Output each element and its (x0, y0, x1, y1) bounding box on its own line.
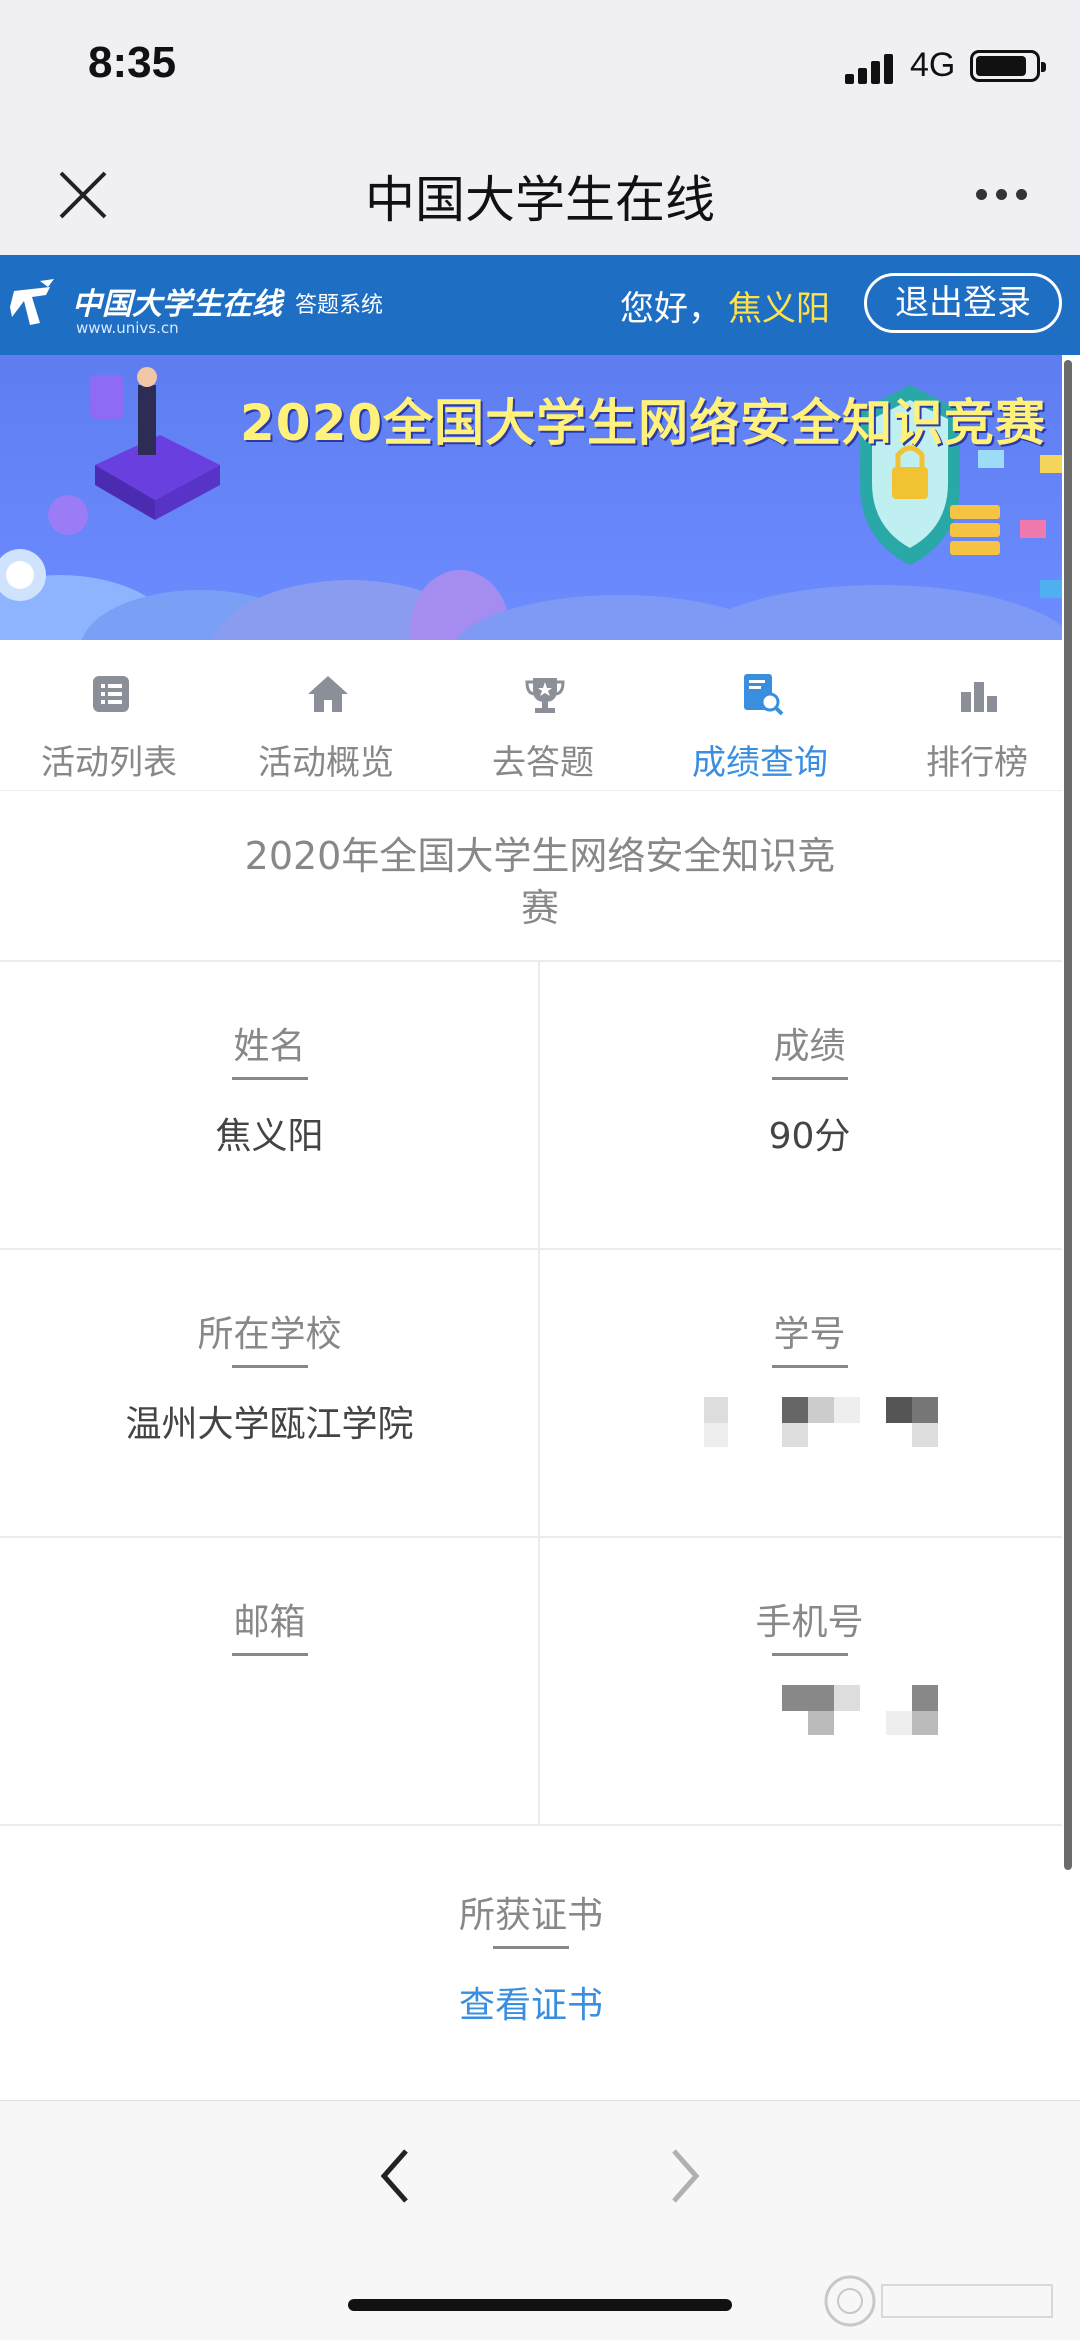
tab-label: 去答题 (492, 743, 594, 783)
tab-answer[interactable]: 去答题 (435, 640, 651, 790)
search-doc-icon (744, 674, 784, 716)
column-divider (538, 960, 540, 1824)
tab-label: 活动概览 (258, 743, 394, 783)
school-cell: 所在学校 温州大学瓯江学院 (0, 1248, 539, 1536)
tab-ranking[interactable]: 排行榜 (869, 640, 1080, 790)
school-label: 所在学校 (197, 1314, 342, 1355)
certificate-label: 所获证书 (458, 1895, 603, 1936)
username: 焦义阳 (728, 289, 830, 329)
ranking-icon (961, 682, 997, 712)
student-id-cell: 学号 (540, 1248, 1079, 1536)
label-underline (493, 1946, 569, 1949)
name-cell: 姓名 焦义阳 (0, 960, 539, 1248)
email-cell: 邮箱 (0, 1536, 539, 1824)
phone-cell: 手机号 (540, 1536, 1079, 1824)
label-underline (231, 1365, 308, 1368)
site-header: 中国大学生在线 答题系统 www.univs.cn 您好， 焦义阳 退出登录 (0, 255, 1080, 355)
logo-subtitle: 答题系统 (295, 293, 384, 318)
home-icon (308, 676, 348, 712)
label-underline (771, 1077, 848, 1080)
more-icon[interactable] (972, 185, 1032, 205)
name-label: 姓名 (233, 1026, 306, 1067)
main-content: 活动列表 活动概览 去答题 成绩查询 排行榜 2020年全国大学生网络安全知识竞… (0, 640, 1079, 2100)
name-value: 焦义阳 (215, 1116, 324, 1157)
tab-score-query[interactable]: 成绩查询 (652, 640, 868, 790)
logo-text: 中国大学生在线 (72, 287, 282, 322)
competition-title-line2: 赛 (520, 886, 559, 930)
list-icon (93, 676, 129, 712)
competition-title: 2020年全国大学生网络安全知识竞 赛 (140, 830, 940, 934)
tab-activity-list[interactable]: 活动列表 (1, 640, 217, 790)
status-time: 8:35 (88, 38, 177, 87)
watermark-seal-icon (824, 2275, 1053, 2327)
trophy-icon (525, 678, 565, 713)
view-certificate-link[interactable]: 查看证书 (0, 1976, 1062, 2028)
score-cell: 成绩 90分 (540, 960, 1079, 1248)
banner-title: 2020全国大学生网络安全知识竞赛 (240, 394, 1047, 452)
tab-bar: 活动列表 活动概览 去答题 成绩查询 排行榜 (0, 640, 1062, 791)
certificate-section: 所获证书 查看证书 (0, 1824, 1062, 2100)
logout-button[interactable]: 退出登录 (864, 273, 1062, 333)
status-bar: 8:35 4G (0, 0, 1080, 135)
tab-label: 成绩查询 (692, 743, 828, 783)
battery-icon (970, 50, 1046, 82)
score-value: 90分 (768, 1116, 851, 1157)
scrollbar[interactable] (1064, 360, 1072, 1870)
site-logo[interactable]: 中国大学生在线 答题系统 www.univs.cn (10, 273, 430, 339)
network-type: 4G (910, 46, 956, 84)
home-indicator[interactable] (348, 2299, 732, 2311)
greeting-text: 您好， (620, 289, 722, 329)
browser-bottom-bar (0, 2100, 1080, 2340)
label-underline (231, 1653, 308, 1656)
logo-icon (10, 279, 54, 325)
student-id-label: 学号 (773, 1314, 846, 1355)
score-label: 成绩 (773, 1026, 846, 1067)
logo-url: www.univs.cn (76, 319, 179, 337)
label-underline (231, 1077, 308, 1080)
back-arrow-icon[interactable] (370, 2141, 420, 2211)
forward-arrow-icon[interactable] (660, 2141, 710, 2211)
tab-activity-overview[interactable]: 活动概览 (218, 640, 434, 790)
tab-label: 排行榜 (926, 743, 1028, 783)
label-underline (771, 1365, 848, 1368)
page-title: 中国大学生在线 (365, 171, 715, 229)
label-underline (771, 1653, 848, 1656)
tab-label: 活动列表 (41, 743, 177, 783)
phone-label: 手机号 (755, 1602, 864, 1643)
nav-bar: 中国大学生在线 (0, 135, 1080, 255)
email-label: 邮箱 (233, 1602, 306, 1643)
competition-title-line1: 2020年全国大学生网络安全知识竞 (244, 834, 836, 878)
signal-icon (845, 50, 897, 84)
banner: 2020全国大学生网络安全知识竞赛 (0, 355, 1080, 640)
school-value: 温州大学瓯江学院 (125, 1404, 414, 1445)
